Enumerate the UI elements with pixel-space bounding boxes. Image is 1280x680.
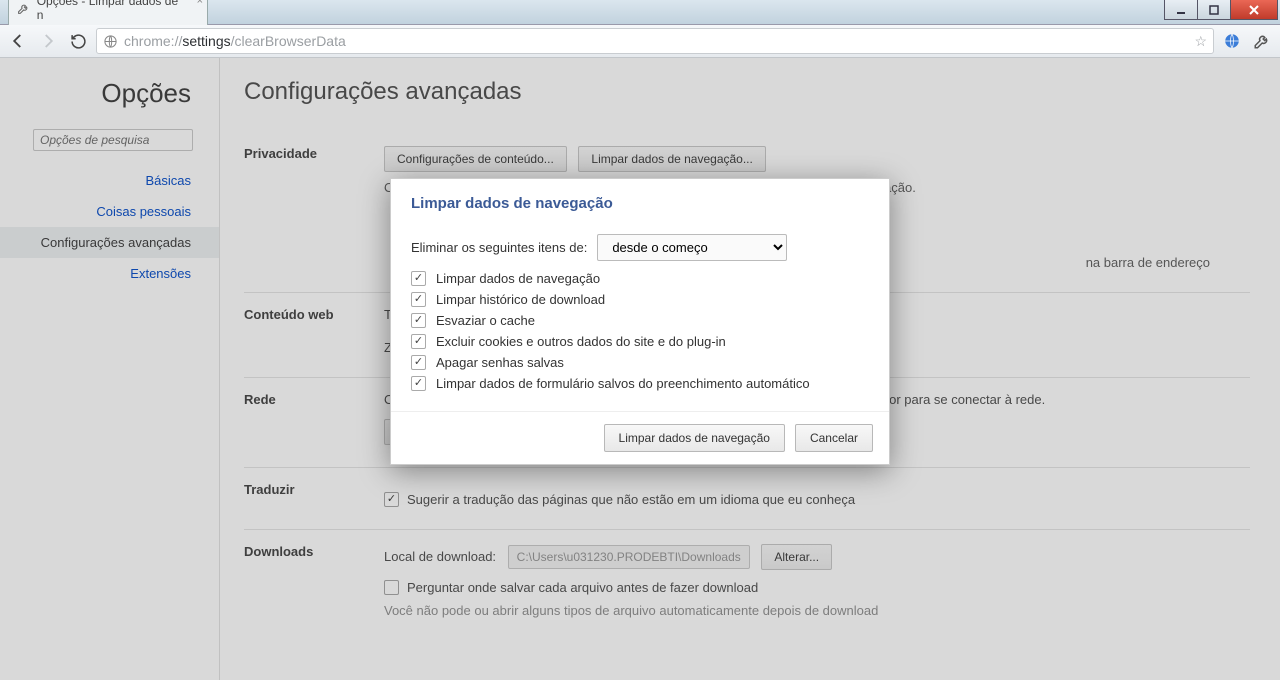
download-location-label: Local de download: [384, 549, 496, 564]
clear-data-dialog: Limpar dados de navegação Eliminar os se… [390, 178, 890, 465]
clear-browsing-data-button[interactable]: Limpar dados de navegação... [578, 146, 765, 172]
cb-label-0: Limpar dados de navegação [436, 271, 600, 286]
window-controls [1164, 0, 1278, 20]
url-path: /clearBrowserData [231, 33, 346, 49]
dialog-title: Limpar dados de navegação [391, 179, 889, 216]
window-titlebar: Opções - Limpar dados de n × [0, 0, 1280, 25]
cb-label-1: Limpar histórico de download [436, 292, 605, 307]
wrench-icon [17, 1, 31, 15]
dialog-cancel-button[interactable]: Cancelar [795, 424, 873, 452]
globe-icon [103, 34, 118, 49]
sidebar-item-advanced[interactable]: Configurações avançadas [0, 227, 219, 258]
browser-toolbar: chrome://settings/clearBrowserData ☆ [0, 25, 1280, 58]
sidebar-item-extensions[interactable]: Extensões [0, 258, 219, 289]
cb-cookies[interactable] [411, 334, 426, 349]
dialog-clear-button[interactable]: Limpar dados de navegação [604, 424, 785, 452]
download-change-button[interactable]: Alterar... [761, 544, 832, 570]
download-ask-checkbox[interactable] [384, 580, 399, 595]
cb-download-history[interactable] [411, 292, 426, 307]
browser-tab[interactable]: Opções - Limpar dados de n × [8, 0, 208, 25]
cb-label-3: Excluir cookies e outros dados do site e… [436, 334, 726, 349]
cb-cache[interactable] [411, 313, 426, 328]
section-label-network: Rede [244, 392, 384, 445]
content-settings-button[interactable]: Configurações de conteúdo... [384, 146, 567, 172]
download-ask-label: Perguntar onde salvar cada arquivo antes… [407, 580, 758, 595]
tab-title: Opções - Limpar dados de n [37, 0, 185, 22]
settings-sidebar: Opções Básicas Coisas pessoais Configura… [0, 58, 220, 680]
section-translate: Traduzir Sugerir a tradução das páginas … [244, 468, 1250, 530]
settings-search-input[interactable] [33, 129, 193, 151]
sidebar-item-basic[interactable]: Básicas [0, 165, 219, 196]
translate-checkbox-label: Sugerir a tradução das páginas que não e… [407, 492, 855, 507]
window-minimize-button[interactable] [1164, 0, 1198, 20]
section-label-privacy: Privacidade [244, 146, 384, 270]
bookmark-star-icon[interactable]: ☆ [1194, 33, 1207, 50]
section-downloads: Downloads Local de download: C:\Users\u0… [244, 530, 1250, 640]
tab-close-icon[interactable]: × [197, 0, 203, 7]
sidebar-item-personal[interactable]: Coisas pessoais [0, 196, 219, 227]
extensions-globe-icon[interactable] [1220, 29, 1244, 53]
url-scheme: chrome:// [124, 33, 182, 49]
tab-strip: Opções - Limpar dados de n × [8, 1, 216, 25]
time-range-select[interactable]: desde o começo [597, 234, 787, 261]
reload-button[interactable] [66, 29, 90, 53]
cb-label-2: Esvaziar o cache [436, 313, 535, 328]
url-host: settings [182, 33, 230, 49]
cb-passwords[interactable] [411, 355, 426, 370]
cb-browsing-history[interactable] [411, 271, 426, 286]
cb-form-data[interactable] [411, 376, 426, 391]
section-label-downloads: Downloads [244, 544, 384, 618]
section-label-web-content: Conteúdo web [244, 307, 384, 355]
sidebar-nav: Básicas Coisas pessoais Configurações av… [0, 165, 219, 289]
download-partial-text: Você não pode ou abrir alguns tipos de a… [384, 603, 1250, 618]
forward-button[interactable] [36, 29, 60, 53]
sidebar-title: Opções [0, 78, 219, 109]
translate-checkbox[interactable] [384, 492, 399, 507]
download-location-input[interactable]: C:\Users\u031230.PRODEBTI\Downloads [508, 545, 750, 569]
window-maximize-button[interactable] [1197, 0, 1231, 20]
eliminate-label: Eliminar os seguintes itens de: [411, 240, 587, 255]
cb-label-5: Limpar dados de formulário salvos do pre… [436, 376, 810, 391]
section-label-translate: Traduzir [244, 482, 384, 507]
wrench-menu-button[interactable] [1250, 29, 1274, 53]
address-bar[interactable]: chrome://settings/clearBrowserData ☆ [96, 28, 1214, 54]
page-heading: Configurações avançadas [244, 78, 1250, 106]
window-close-button[interactable] [1230, 0, 1278, 20]
cb-label-4: Apagar senhas salvas [436, 355, 564, 370]
back-button[interactable] [6, 29, 30, 53]
